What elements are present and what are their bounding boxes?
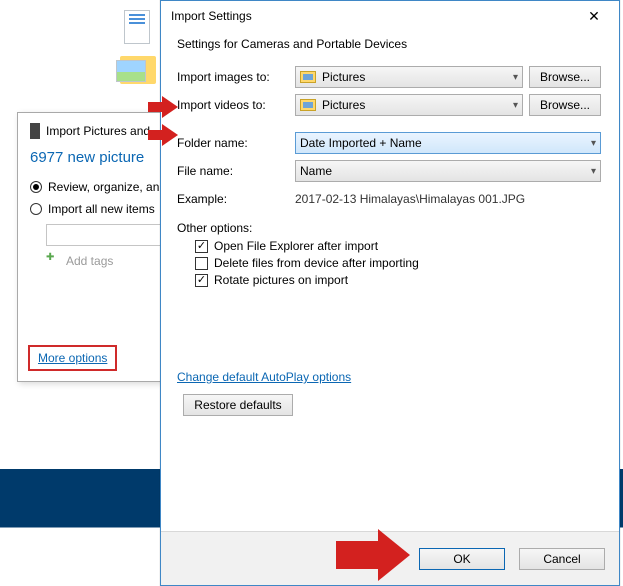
combo-folder-name-value: Date Imported + Name [300, 136, 422, 150]
cancel-button[interactable]: Cancel [519, 548, 605, 570]
check-open-explorer-row[interactable]: Open File Explorer after import [195, 239, 601, 253]
chevron-down-icon: ▾ [591, 138, 596, 149]
device-icon [30, 123, 40, 139]
folder-icon [300, 99, 316, 111]
combo-import-images[interactable]: Pictures ▾ [295, 66, 523, 88]
combo-import-videos[interactable]: Pictures ▾ [295, 94, 523, 116]
row-file-name: File name: Name ▾ [177, 159, 601, 183]
autoplay-options-link[interactable]: Change default AutoPlay options [177, 370, 351, 384]
browse-label: Browse... [540, 70, 590, 84]
combo-import-images-value: Pictures [322, 70, 365, 84]
folder-icon [300, 71, 316, 83]
close-button[interactable]: ✕ [573, 2, 615, 30]
ok-label: OK [453, 552, 470, 566]
dialog-footer: OK Cancel [161, 531, 619, 585]
close-icon: ✕ [588, 8, 600, 25]
picture-thumb-icon [116, 60, 146, 82]
add-tags-label: Add tags [66, 254, 113, 268]
browse-images-button[interactable]: Browse... [529, 66, 601, 88]
tag-plus-icon [46, 254, 60, 268]
radio-review[interactable] [30, 181, 42, 193]
check-rotate-label: Rotate pictures on import [214, 273, 348, 287]
bg-dialog-title-text: Import Pictures and [46, 124, 150, 138]
check-delete-after-row[interactable]: Delete files from device after importing [195, 256, 601, 270]
label-folder-name: Folder name: [177, 136, 295, 150]
dialog-title: Import Settings [171, 9, 252, 23]
document-icon [124, 10, 150, 44]
chevron-down-icon: ▾ [513, 100, 518, 111]
combo-file-name-value: Name [300, 164, 332, 178]
radio-review-label: Review, organize, an [48, 180, 159, 194]
dialog-body: Settings for Cameras and Portable Device… [161, 31, 619, 531]
more-options-link[interactable]: More options [38, 351, 107, 365]
row-restore: Restore defaults [177, 394, 601, 416]
label-example: Example: [177, 192, 295, 206]
row-import-videos: Import videos to: Pictures ▾ Browse... [177, 93, 601, 117]
check-delete-after-label: Delete files from device after importing [214, 256, 419, 270]
check-open-explorer-label: Open File Explorer after import [214, 239, 378, 253]
tag-name-input[interactable] [46, 224, 176, 246]
combo-import-videos-value: Pictures [322, 98, 365, 112]
ok-button[interactable]: OK [419, 548, 505, 570]
row-import-images: Import images to: Pictures ▾ Browse... [177, 65, 601, 89]
combo-folder-name[interactable]: Date Imported + Name ▾ [295, 132, 601, 154]
check-rotate-row[interactable]: Rotate pictures on import [195, 273, 601, 287]
browse-videos-button[interactable]: Browse... [529, 94, 601, 116]
chevron-down-icon: ▾ [513, 72, 518, 83]
row-folder-name: Folder name: Date Imported + Name ▾ [177, 131, 601, 155]
label-import-images: Import images to: [177, 70, 295, 84]
checkbox-delete-after[interactable] [195, 257, 208, 270]
import-settings-dialog: Import Settings ✕ Settings for Cameras a… [160, 0, 620, 586]
restore-defaults-button[interactable]: Restore defaults [183, 394, 293, 416]
label-file-name: File name: [177, 164, 295, 178]
radio-import-all[interactable] [30, 203, 42, 215]
dialog-titlebar: Import Settings ✕ [161, 1, 619, 31]
restore-defaults-label: Restore defaults [194, 398, 281, 412]
checkbox-rotate[interactable] [195, 274, 208, 287]
cancel-label: Cancel [543, 552, 580, 566]
chevron-down-icon: ▾ [591, 166, 596, 177]
radio-import-all-label: Import all new items [48, 202, 155, 216]
row-example: Example: 2017-02-13 Himalayas\Himalayas … [177, 187, 601, 211]
label-import-videos: Import videos to: [177, 98, 295, 112]
example-value: 2017-02-13 Himalayas\Himalayas 001.JPG [295, 192, 525, 206]
dialog-subheader: Settings for Cameras and Portable Device… [177, 37, 601, 51]
more-options-highlight: More options [28, 345, 117, 371]
checkbox-open-explorer[interactable] [195, 240, 208, 253]
combo-file-name[interactable]: Name ▾ [295, 160, 601, 182]
label-other-options: Other options: [177, 221, 601, 235]
browse-label: Browse... [540, 98, 590, 112]
